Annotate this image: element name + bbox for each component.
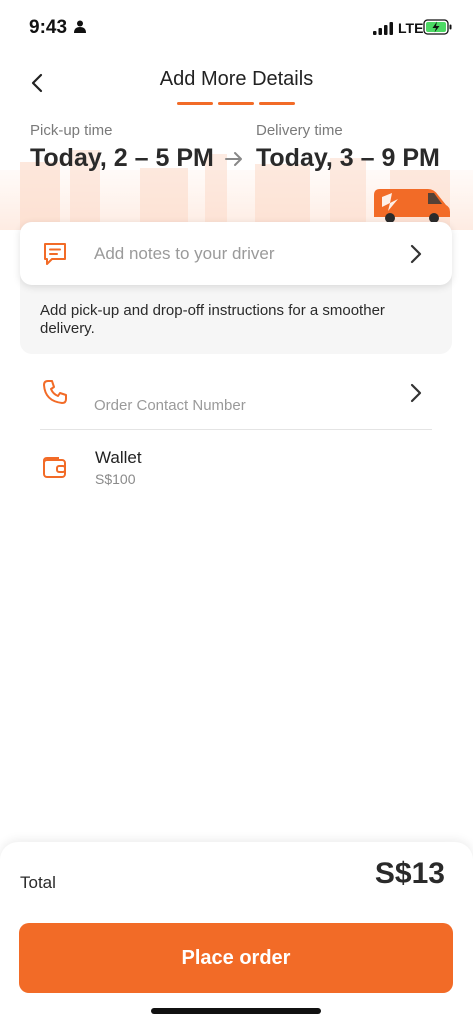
home-indicator <box>151 1008 321 1014</box>
place-order-button[interactable]: Place order <box>19 923 453 993</box>
wallet-title: Wallet <box>95 448 142 467</box>
wallet-row[interactable]: Wallet S$100 <box>20 444 452 494</box>
status-time: 9:43 <box>29 17 68 38</box>
divider <box>40 429 432 430</box>
network-label: LTE <box>398 20 424 36</box>
page-title: Add More Details <box>159 68 314 90</box>
pickup-time: Today, 2 – 5 PM <box>30 144 214 172</box>
battery-charging-icon <box>423 19 452 35</box>
delivery-label: Delivery time <box>256 122 343 139</box>
step-indicator <box>177 102 295 105</box>
total-label: Total <box>20 873 56 892</box>
van-icon <box>374 189 450 223</box>
contact-number-row[interactable]: Order Contact Number <box>20 370 452 428</box>
step-2-bar <box>218 102 254 105</box>
wallet-icon <box>43 457 66 478</box>
chevron-right-icon <box>410 244 422 264</box>
arrow-right-icon <box>225 152 242 166</box>
driver-notes-button[interactable]: Add notes to your driver <box>20 222 452 285</box>
status-bar: 9:43 LTE <box>0 0 473 56</box>
person-icon <box>74 20 86 33</box>
notes-help-text: Add pick-up and drop-off instructions fo… <box>40 302 385 337</box>
pickup-label: Pick-up time <box>30 122 113 139</box>
wallet-balance: S$100 <box>95 471 136 487</box>
chevron-right-icon <box>410 383 422 403</box>
contact-number-placeholder: Order Contact Number <box>94 397 246 414</box>
message-icon <box>44 243 66 265</box>
step-3-bar <box>259 102 295 105</box>
signal-icon <box>373 22 393 35</box>
step-1-bar <box>177 102 213 105</box>
delivery-time: Today, 3 – 9 PM <box>256 144 440 172</box>
total-price: S$13 <box>374 857 445 890</box>
phone-icon <box>43 380 67 404</box>
driver-notes-placeholder: Add notes to your driver <box>94 244 275 263</box>
